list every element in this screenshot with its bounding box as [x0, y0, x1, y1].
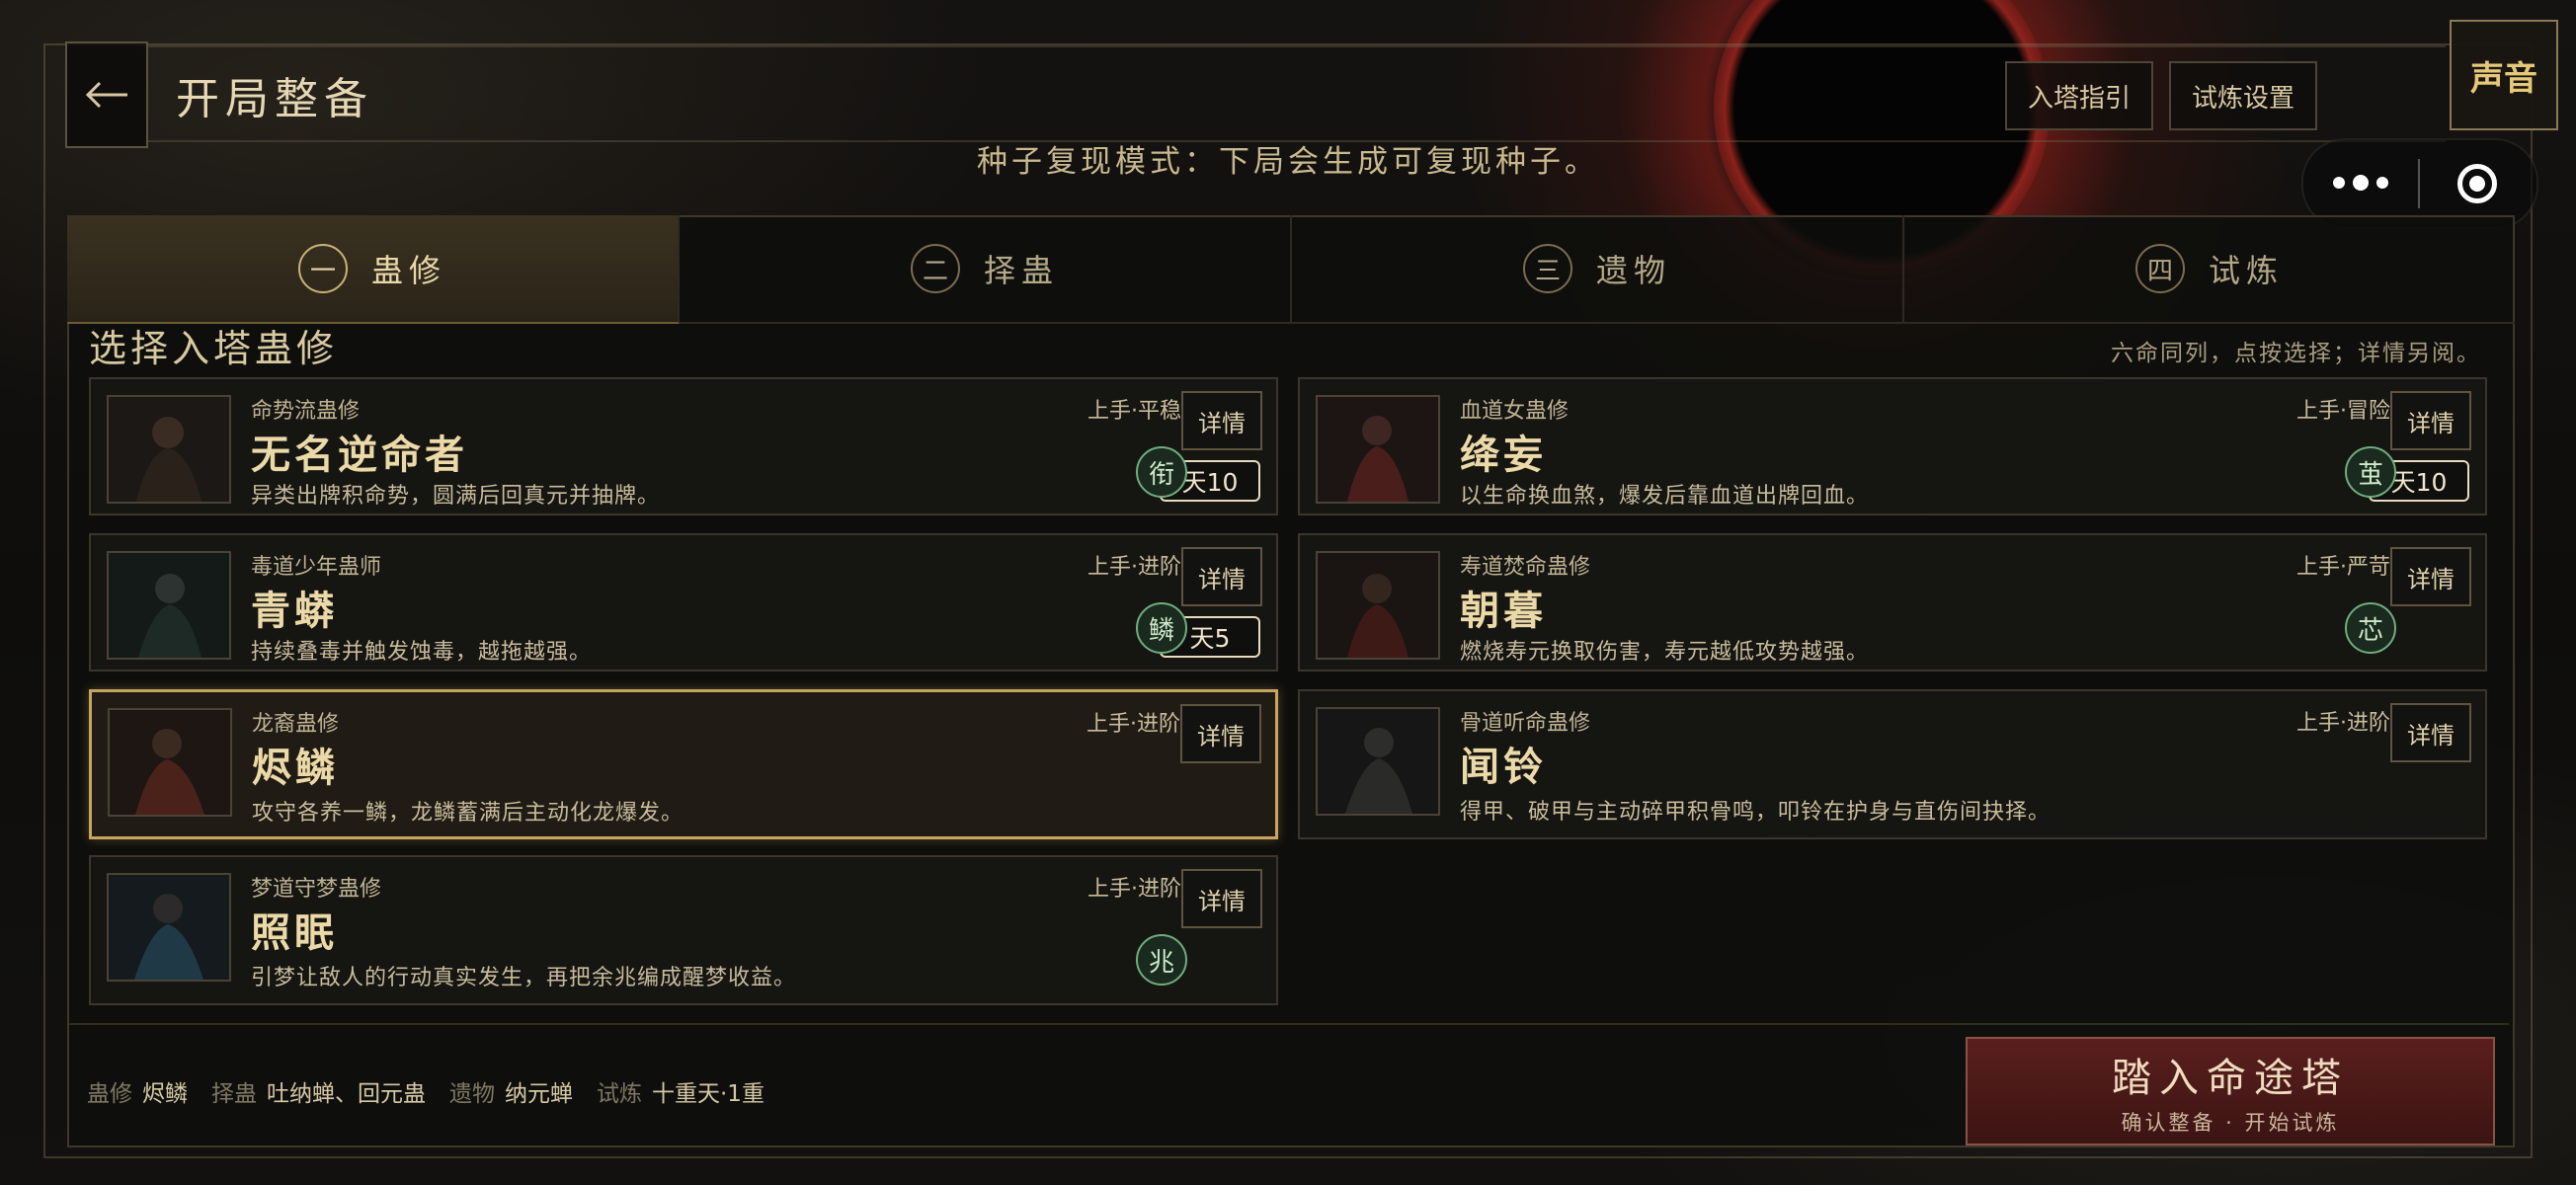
character-description: 以生命换血煞，爆发后靠血道出牌回血。: [1460, 484, 1870, 509]
difficulty-label: 上手·平稳: [1087, 399, 1181, 424]
character-subtitle: 血道女蛊修: [1460, 399, 1570, 424]
character-card-jinlin[interactable]: 龙裔蛊修 烬鳞 攻守各养一鳞，龙鳞蓄满后主动化龙爆发。 上手·进阶 详情: [89, 689, 1278, 839]
summary-relic-label: 遗物: [449, 1081, 495, 1107]
rune-badge: 鳞: [1136, 602, 1187, 654]
detail-button[interactable]: 详情: [1180, 704, 1261, 763]
character-description: 燃烧寿元换取伤害，寿元越低攻势越强。: [1460, 640, 1870, 665]
tab-number: 四: [2134, 244, 2185, 293]
rune-badge: 芯: [2345, 602, 2396, 654]
detail-button[interactable]: 详情: [1181, 391, 1262, 450]
section-title: 选择入塔蛊修: [89, 327, 339, 370]
detail-button[interactable]: 详情: [2390, 391, 2471, 450]
sound-button[interactable]: 声音: [2450, 20, 2558, 130]
summary-gu-label: 蛊修: [87, 1081, 132, 1107]
seed-notice: 种子复现模式：下局会生成可复现种子。: [977, 144, 1599, 180]
rune-badge: 兆: [1136, 934, 1187, 986]
character-portrait: [108, 708, 232, 817]
arrow-left-icon: [85, 81, 127, 109]
difficulty-label: 上手·进阶: [1087, 555, 1181, 580]
difficulty-label: 上手·进阶: [2296, 711, 2390, 736]
difficulty-label: 上手·进阶: [1087, 877, 1181, 902]
character-name: 无名逆命者: [251, 433, 468, 478]
character-portrait: [107, 873, 231, 982]
difficulty-label: 上手·进阶: [1087, 712, 1180, 737]
character-portrait: [107, 395, 231, 504]
character-name: 照眠: [251, 910, 338, 956]
difficulty-label: 上手·冒险: [2296, 399, 2390, 424]
tab-number: 三: [1522, 244, 1572, 293]
character-card-jiangwang[interactable]: 血道女蛊修 绛妄 以生命换血煞，爆发后靠血道出牌回血。 上手·冒险 详情 天10…: [1298, 377, 2487, 515]
character-card-zhaomian[interactable]: 梦道守梦蛊修 照眠 引梦让敌人的行动真实发生，再把余兆编成醒梦收益。 上手·进阶…: [89, 855, 1278, 1005]
summary-trial-label: 试炼: [597, 1081, 642, 1107]
difficulty-label: 上手·严苛: [2296, 555, 2390, 580]
character-name: 绛妄: [1460, 433, 1547, 478]
back-button[interactable]: [65, 41, 148, 148]
character-description: 异类出牌积命势，圆满后回真元并抽牌。: [251, 484, 661, 509]
tab-select-gu[interactable]: 二 择蛊: [680, 215, 1292, 324]
summary-gu-value: 烬鳞: [142, 1081, 188, 1107]
tab-label: 试炼: [2208, 252, 2284, 289]
enter-button-title: 踏入命途塔: [2112, 1056, 2349, 1101]
character-subtitle: 寿道焚命蛊修: [1460, 555, 1591, 580]
character-description: 得甲、破甲与主动碎甲积骨鸣，叩铃在护身与直伤间抉择。: [1460, 800, 2052, 825]
detail-button[interactable]: 详情: [1181, 547, 1262, 606]
character-name: 朝暮: [1460, 589, 1547, 634]
character-portrait: [1316, 551, 1440, 660]
detail-button[interactable]: 详情: [2390, 703, 2471, 762]
tab-label: 遗物: [1595, 252, 1671, 289]
detail-button[interactable]: 详情: [2390, 547, 2471, 606]
section-hint: 六命同列，点按选择；详情另阅。: [2111, 341, 2481, 366]
summary-relic-value: 纳元蝉: [505, 1081, 573, 1107]
tab-gu-cultivator[interactable]: 一 蛊修: [67, 215, 680, 324]
character-subtitle: 梦道守梦蛊修: [251, 877, 382, 902]
page-title: 开局整备: [176, 74, 373, 124]
character-subtitle: 毒道少年蛊师: [251, 555, 382, 580]
summary-trial-value: 十重天·1重: [652, 1081, 765, 1107]
character-description: 引梦让敌人的行动真实发生，再把余兆编成醒梦收益。: [251, 966, 797, 990]
character-portrait: [1316, 395, 1440, 504]
detail-button[interactable]: 详情: [1181, 869, 1262, 928]
character-card-zhaomu[interactable]: 寿道焚命蛊修 朝暮 燃烧寿元换取伤害，寿元越低攻势越强。 上手·严苛 详情 芯: [1298, 533, 2487, 672]
tab-number: 二: [910, 244, 960, 293]
character-subtitle: 命势流蛊修: [251, 399, 361, 424]
character-description: 攻守各养一鳞，龙鳞蓄满后主动化龙爆发。: [252, 801, 684, 826]
footer-divider: [69, 1023, 2509, 1025]
character-portrait: [1316, 707, 1440, 816]
rune-badge: 衔: [1136, 446, 1187, 498]
character-name: 青蟒: [251, 589, 338, 634]
summary-pick-value: 吐纳蝉、回元蛊: [267, 1081, 426, 1107]
character-name: 闻铃: [1460, 745, 1547, 790]
character-name: 烬鳞: [252, 746, 339, 791]
character-card-qingmang[interactable]: 毒道少年蛊师 青蟒 持续叠毒并触发蚀毒，越拖越强。 上手·进阶 详情 天5 鳞: [89, 533, 1278, 672]
character-subtitle: 骨道听命蛊修: [1460, 711, 1591, 736]
tab-label: 择蛊: [983, 252, 1059, 289]
tower-guide-button[interactable]: 入塔指引: [2005, 61, 2153, 130]
character-description: 持续叠毒并触发蚀毒，越拖越强。: [251, 640, 593, 665]
summary-pick-label: 择蛊: [211, 1081, 257, 1107]
character-subtitle: 龙裔蛊修: [252, 712, 340, 737]
enter-button-subtitle: 确认整备 · 开始试炼: [2121, 1111, 2340, 1135]
loadout-summary: 蛊修 烬鳞 择蛊 吐纳蝉、回元蛊 遗物 纳元蝉 试炼 十重天·1重: [87, 1074, 778, 1108]
tab-bar: 一 蛊修 二 择蛊 三 遗物 四 试炼: [67, 215, 2515, 324]
tab-relics[interactable]: 三 遗物: [1292, 215, 1904, 324]
trial-settings-button[interactable]: 试炼设置: [2169, 61, 2317, 130]
tab-number: 一: [297, 244, 348, 293]
enter-tower-button[interactable]: 踏入命途塔 确认整备 · 开始试炼: [1966, 1037, 2495, 1146]
rune-badge: 茧: [2345, 446, 2396, 498]
tab-trials[interactable]: 四 试炼: [1904, 215, 2515, 324]
character-portrait: [107, 551, 231, 660]
tab-label: 蛊修: [370, 252, 446, 289]
character-card-wuming[interactable]: 命势流蛊修 无名逆命者 异类出牌积命势，圆满后回真元并抽牌。 上手·平稳 详情 …: [89, 377, 1278, 515]
character-card-wenling[interactable]: 骨道听命蛊修 闻铃 得甲、破甲与主动碎甲积骨鸣，叩铃在护身与直伤间抉择。 上手·…: [1298, 689, 2487, 839]
